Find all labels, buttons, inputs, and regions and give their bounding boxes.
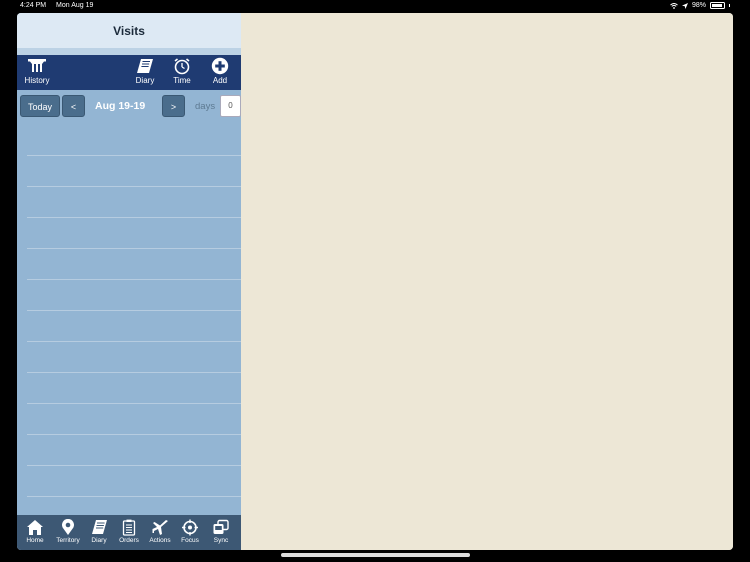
visits-list bbox=[17, 125, 241, 515]
prev-button[interactable]: < bbox=[62, 95, 85, 117]
today-button[interactable]: Today bbox=[20, 95, 60, 117]
list-separator bbox=[27, 217, 241, 218]
date-navigation: Today < Aug 19-19 > days 0 bbox=[17, 95, 241, 119]
alarm-clock-icon bbox=[174, 58, 190, 75]
tab-diary-label: Diary bbox=[91, 537, 107, 544]
tab-bar: Home Territory Diary Orders Actions Focu… bbox=[17, 515, 241, 550]
list-separator bbox=[27, 496, 241, 497]
next-button[interactable]: > bbox=[162, 95, 185, 117]
airplane-icon bbox=[152, 520, 168, 535]
tab-actions-label: Actions bbox=[149, 537, 171, 544]
tab-actions[interactable]: Actions bbox=[145, 519, 175, 544]
diary-button[interactable]: Diary bbox=[128, 57, 162, 85]
tab-orders-label: Orders bbox=[119, 537, 139, 544]
diary-label: Diary bbox=[135, 76, 155, 85]
detail-pane bbox=[241, 13, 733, 550]
tab-diary[interactable]: Diary bbox=[84, 519, 114, 544]
list-separator bbox=[27, 403, 241, 404]
add-button[interactable]: Add bbox=[203, 57, 237, 85]
status-date: Mon Aug 19 bbox=[56, 2, 94, 9]
list-separator bbox=[27, 186, 241, 187]
time-label: Time bbox=[173, 76, 191, 85]
diary-icon bbox=[92, 520, 107, 534]
tab-sync-label: Sync bbox=[213, 537, 229, 544]
tab-territory-label: Territory bbox=[56, 537, 80, 544]
page-title: Visits bbox=[17, 13, 241, 48]
app-screen: Visits History Diary Time Add Today < Au… bbox=[17, 13, 733, 550]
wifi-icon bbox=[670, 2, 678, 9]
list-separator bbox=[27, 341, 241, 342]
list-separator bbox=[27, 310, 241, 311]
home-icon bbox=[27, 520, 43, 535]
date-range-label: Aug 19-19 bbox=[95, 100, 146, 112]
crosshair-icon bbox=[182, 519, 198, 536]
battery-percent: 98% bbox=[691, 2, 706, 9]
list-separator bbox=[27, 372, 241, 373]
tab-sync[interactable]: Sync bbox=[206, 519, 236, 544]
tab-territory[interactable]: Territory bbox=[53, 519, 83, 544]
days-input[interactable]: 0 bbox=[220, 95, 241, 117]
home-indicator[interactable] bbox=[281, 553, 470, 557]
plus-circle-icon bbox=[211, 57, 229, 75]
battery-tip bbox=[729, 4, 730, 7]
list-separator bbox=[27, 465, 241, 466]
list-separator bbox=[27, 155, 241, 156]
tab-focus[interactable]: Focus bbox=[175, 519, 205, 544]
history-icon bbox=[28, 59, 46, 72]
clipboard-icon bbox=[122, 519, 136, 536]
diary-book-icon bbox=[137, 59, 153, 73]
status-bar: 4:24 PM Mon Aug 19 98% bbox=[0, 0, 750, 13]
toolbar: History Diary Time Add bbox=[17, 55, 241, 90]
history-button[interactable]: History bbox=[20, 57, 54, 85]
sync-devices-icon bbox=[213, 519, 229, 534]
list-separator bbox=[27, 434, 241, 435]
map-pin-icon bbox=[62, 519, 74, 535]
history-label: History bbox=[24, 76, 50, 85]
add-label: Add bbox=[212, 76, 228, 85]
list-separator bbox=[27, 248, 241, 249]
battery-icon bbox=[710, 2, 725, 9]
list-separator bbox=[27, 279, 241, 280]
time-button[interactable]: Time bbox=[165, 57, 199, 85]
master-panel: Visits History Diary Time Add Today < Au… bbox=[17, 13, 241, 550]
tab-orders[interactable]: Orders bbox=[114, 519, 144, 544]
status-time: 4:24 PM bbox=[20, 2, 47, 9]
nav-separator bbox=[17, 48, 241, 55]
days-label: days bbox=[195, 101, 216, 112]
location-arrow-icon bbox=[681, 2, 688, 9]
tab-home[interactable]: Home bbox=[20, 519, 50, 544]
tab-focus-label: Focus bbox=[181, 537, 199, 544]
tab-home-label: Home bbox=[26, 537, 44, 544]
